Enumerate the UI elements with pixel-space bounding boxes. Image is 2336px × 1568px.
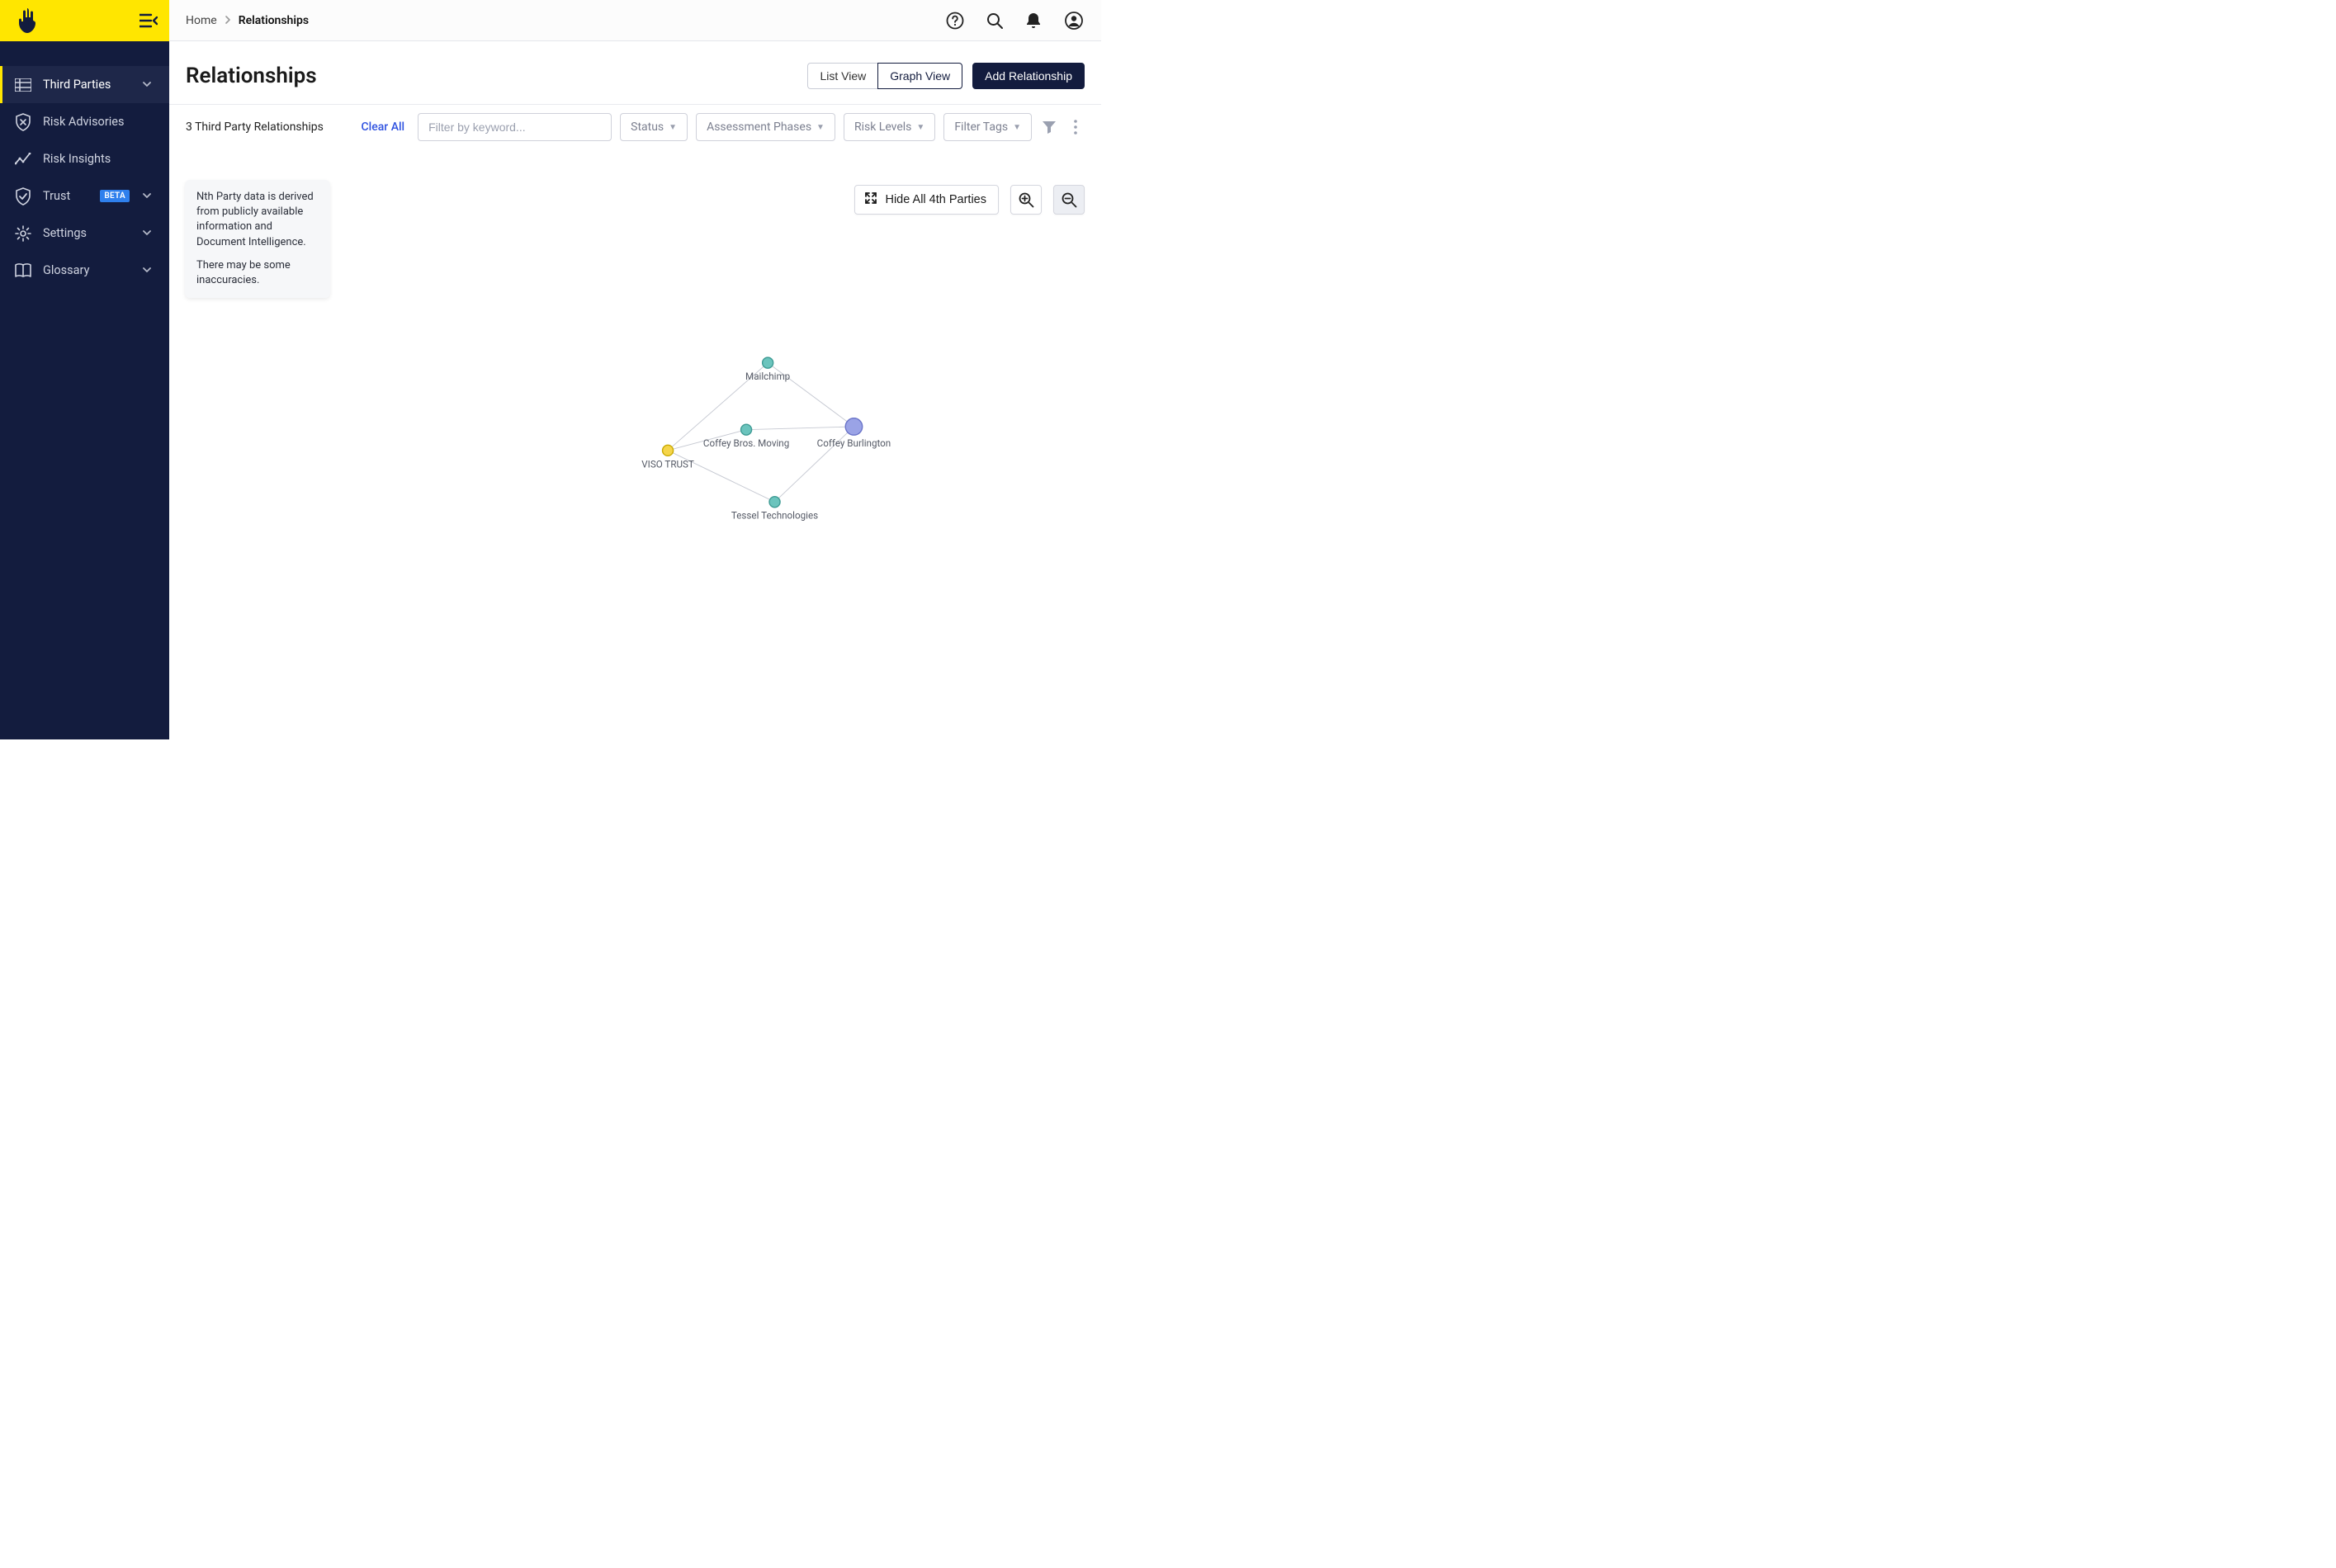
add-relationship-button[interactable]: Add Relationship: [972, 63, 1085, 89]
shield-x-icon: [15, 114, 31, 130]
sidebar-item-glossary[interactable]: Glossary: [0, 252, 169, 289]
sidebar-item-trust[interactable]: Trust BETA: [0, 177, 169, 215]
graph-node-label: Coffey Burlington: [817, 437, 891, 449]
more-vert-icon[interactable]: [1066, 118, 1085, 136]
relationship-count: 3 Third Party Relationships: [186, 120, 324, 134]
graph-node-label: Mailchimp: [745, 371, 790, 382]
insights-icon: [15, 151, 31, 168]
chevron-right-icon: [224, 14, 232, 27]
filter-label: Status: [631, 120, 664, 134]
sidebar-item-label: Settings: [43, 226, 130, 240]
graph-node[interactable]: Coffey Bros. Moving: [703, 424, 789, 449]
filter-tags-filter[interactable]: Filter Tags ▼: [943, 113, 1032, 141]
caret-down-icon: ▼: [1013, 123, 1021, 132]
filter-label: Risk Levels: [854, 120, 911, 134]
graph-node[interactable]: VISO TRUST: [641, 445, 694, 470]
graph-node-label: Tessel Technologies: [731, 510, 818, 522]
sidebar-item-label: Third Parties: [43, 78, 130, 92]
sidebar-item-label: Risk Insights: [43, 152, 154, 166]
status-filter[interactable]: Status ▼: [620, 113, 688, 141]
sidebar-item-risk-advisories[interactable]: Risk Advisories: [0, 103, 169, 140]
sidebar: Third Parties Risk Advisories Risk Insig…: [0, 0, 169, 739]
graph-view-button[interactable]: Graph View: [877, 63, 962, 89]
caret-down-icon: ▼: [916, 123, 924, 132]
search-icon[interactable]: [986, 12, 1004, 30]
filter-bar: 3 Third Party Relationships Clear All St…: [169, 105, 1101, 149]
page-header: Relationships List View Graph View Add R…: [169, 41, 1101, 105]
view-switch: List View Graph View: [807, 63, 962, 89]
sidebar-nav: Third Parties Risk Advisories Risk Insig…: [0, 41, 169, 289]
shield-check-icon: [15, 188, 31, 205]
relationship-graph[interactable]: VISO TRUST Mailchimp Coffey Bros. Moving Te…: [169, 180, 1101, 739]
risk-levels-filter[interactable]: Risk Levels ▼: [844, 113, 935, 141]
caret-down-icon: ▼: [816, 123, 825, 132]
topbar-actions: [946, 12, 1083, 30]
keyword-filter-input[interactable]: [418, 113, 612, 141]
sidebar-item-third-parties[interactable]: Third Parties: [0, 66, 169, 103]
chevron-down-icon: [141, 190, 154, 203]
sidebar-header: [0, 0, 169, 41]
list-view-button[interactable]: List View: [807, 63, 877, 89]
graph-node[interactable]: Mailchimp: [745, 357, 790, 382]
book-icon: [15, 262, 31, 279]
graph-node-label: Coffey Bros. Moving: [703, 437, 789, 449]
beta-badge: BETA: [100, 190, 130, 202]
graph-node[interactable]: Coffey Burlington: [817, 418, 891, 449]
sidebar-item-label: Trust: [43, 189, 83, 203]
graph-node[interactable]: Tessel Technologies: [731, 497, 818, 522]
bell-icon[interactable]: [1025, 12, 1043, 30]
chevron-down-icon: [141, 264, 154, 277]
page-title: Relationships: [186, 64, 807, 88]
assessment-phases-filter[interactable]: Assessment Phases ▼: [696, 113, 835, 141]
breadcrumb: Home Relationships: [186, 14, 309, 27]
topbar: Home Relationships: [169, 0, 1101, 41]
sidebar-item-label: Risk Advisories: [43, 115, 154, 129]
breadcrumb-home[interactable]: Home: [186, 14, 217, 27]
sidebar-item-label: Glossary: [43, 263, 130, 277]
header-actions: List View Graph View Add Relationship: [807, 63, 1085, 89]
graph-canvas[interactable]: Nth Party data is derived from publicly …: [169, 180, 1101, 739]
caret-down-icon: ▼: [669, 123, 677, 132]
funnel-icon[interactable]: [1040, 118, 1058, 136]
graph-node-label: VISO TRUST: [641, 458, 694, 470]
sidebar-item-risk-insights[interactable]: Risk Insights: [0, 140, 169, 177]
clear-all-link[interactable]: Clear All: [362, 120, 405, 134]
graph-edge: [746, 427, 854, 430]
breadcrumb-current: Relationships: [239, 14, 309, 27]
chevron-down-icon: [141, 227, 154, 240]
brand-logo-icon: [15, 7, 40, 35]
list-icon: [15, 77, 31, 93]
filter-label: Assessment Phases: [707, 120, 811, 134]
gear-icon: [15, 225, 31, 242]
help-icon[interactable]: [946, 12, 964, 30]
sidebar-item-settings[interactable]: Settings: [0, 215, 169, 252]
chevron-down-icon: [141, 78, 154, 92]
account-icon[interactable]: [1065, 12, 1083, 30]
filter-label: Filter Tags: [954, 120, 1008, 134]
page: Relationships List View Graph View Add R…: [169, 41, 1101, 739]
menu-collapse-icon[interactable]: [139, 13, 158, 28]
